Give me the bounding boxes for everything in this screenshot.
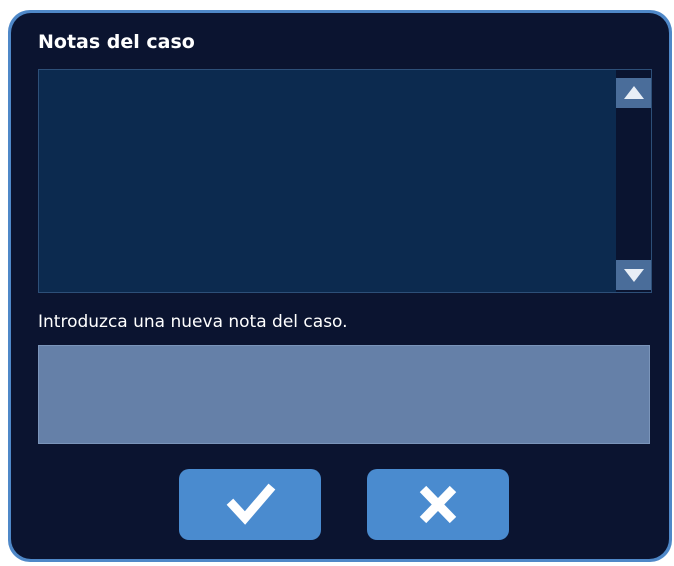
case-notes-list[interactable] xyxy=(38,69,652,293)
scroll-up-button[interactable] xyxy=(616,78,651,108)
new-note-prompt: Introduzca una nueva nota del caso. xyxy=(38,312,348,332)
dialog-title: Notas del caso xyxy=(38,31,195,53)
notes-scrollbar[interactable] xyxy=(616,70,651,292)
new-note-input[interactable] xyxy=(38,345,650,444)
confirm-button[interactable] xyxy=(179,469,321,540)
x-icon xyxy=(419,485,457,524)
arrow-down-icon xyxy=(624,269,644,282)
arrow-up-icon xyxy=(624,86,644,99)
cancel-button[interactable] xyxy=(367,469,509,540)
checkmark-icon xyxy=(226,483,276,525)
scroll-down-button[interactable] xyxy=(616,260,651,290)
case-notes-dialog: Notas del caso Introduzca una nueva nota… xyxy=(11,13,669,559)
